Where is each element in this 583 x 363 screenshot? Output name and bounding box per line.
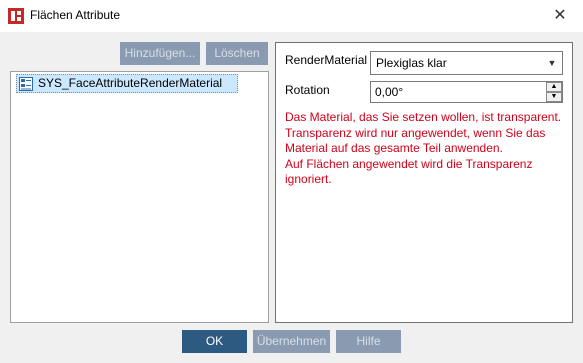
rotation-label: Rotation [285,83,330,97]
transparency-warning: Das Material, das Sie setzen wollen, ist… [285,110,570,188]
spin-up-icon[interactable]: ▲ [546,82,562,92]
warning-line: Auf Flächen angewendet wird die Transpar… [285,156,533,171]
ok-button[interactable]: OK [182,330,247,353]
attribute-tree[interactable] [10,71,269,323]
warning-line: Material auf das gesamte Teil anwenden. [285,141,503,155]
warning-line: Das Material, das Sie setzen wollen, ist… [285,110,562,124]
app-icon [8,8,24,24]
spin-down-icon[interactable]: ▼ [546,92,562,102]
warning-line: Transparenz wird nur angewendet, wenn Si… [285,125,546,140]
render-material-label: RenderMaterial [285,53,368,67]
tree-item-label: SYS_FaceAttributeRenderMaterial [38,76,223,90]
rotation-value: 0,00° [375,85,404,99]
attribute-icon [19,77,33,91]
warning-line: ignoriert. [285,172,332,186]
add-button[interactable]: Hinzufügen... [120,42,200,65]
delete-button[interactable]: Löschen [206,42,268,65]
close-icon[interactable]: ✕ [545,4,575,28]
window-title: Flächen Attribute [30,8,121,22]
render-material-value: Plexiglas klar [376,56,447,70]
chevron-down-icon[interactable]: ▼ [545,55,559,71]
apply-button[interactable]: Übernehmen [253,330,330,353]
help-button[interactable]: Hilfe [336,330,401,353]
